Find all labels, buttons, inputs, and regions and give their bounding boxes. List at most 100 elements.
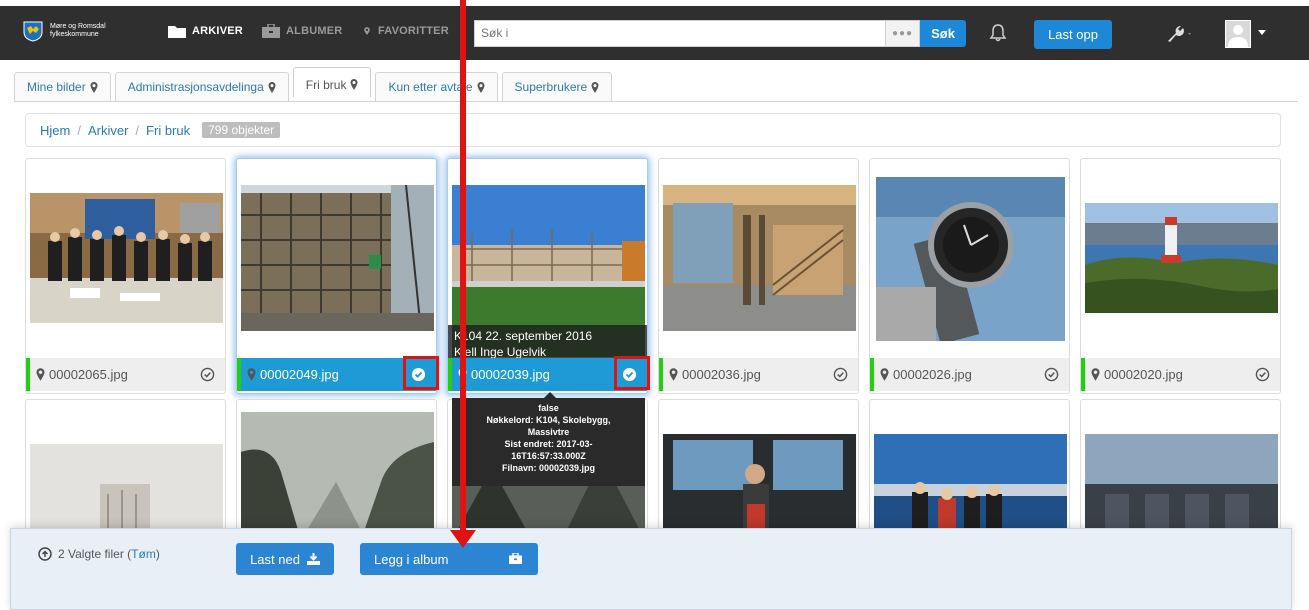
tab-administrasjonsavdelinga[interactable]: Administrasjonsavdelinga (114, 72, 289, 101)
caption-title: K104 22. september 2016 (454, 329, 593, 343)
check-circle-icon[interactable] (1255, 367, 1270, 382)
highlight-box (403, 356, 439, 390)
image-card[interactable] (25, 399, 226, 540)
brand[interactable]: Møre og Romsdal fylkeskommune (22, 20, 120, 42)
breadcrumb: Hjem / Arkiver / Fri bruk 799 objekter (25, 113, 1281, 147)
selected-count-close: ) (155, 547, 160, 561)
map-pin-icon (669, 368, 678, 381)
avatar-silhouette (1228, 25, 1248, 47)
search-button[interactable]: Søk (920, 20, 966, 47)
file-name[interactable]: 00002020.jpg (1104, 367, 1183, 382)
image-card[interactable]: 00002020.jpg (1080, 158, 1281, 394)
image-card[interactable]: 00002065.jpg (25, 158, 226, 394)
file-name[interactable]: 00002026.jpg (893, 367, 972, 382)
object-count-badge: 799 objekter (202, 122, 281, 138)
bell-icon[interactable] (988, 23, 1008, 43)
tooltip-line: Nøkkelord: K104, Skolebygg, (486, 415, 611, 425)
file-name[interactable]: 00002036.jpg (682, 367, 761, 382)
check-circle-icon[interactable] (200, 367, 215, 382)
file-name[interactable]: 00002039.jpg (471, 367, 550, 382)
download-button[interactable]: Last ned (236, 543, 334, 575)
breadcrumb-separator: / (135, 122, 140, 138)
tab-label: Administrasjonsavdelinga (127, 80, 264, 94)
image-card[interactable] (869, 399, 1070, 540)
image-card[interactable]: 00002036.jpg (658, 158, 859, 394)
add-to-album-button[interactable]: Legg i album (360, 543, 538, 575)
map-pin-icon (350, 79, 358, 90)
nav-archives[interactable]: ARKIVER (168, 24, 243, 38)
map-pin-icon (268, 81, 276, 93)
map-pin-icon (247, 368, 256, 381)
add-to-album-label: Legg i album (374, 551, 449, 567)
selected-count-text: 2 Valgte filer ( (58, 547, 132, 561)
annotation-arrow-line (460, 0, 466, 532)
tab-mine-bilder[interactable]: Mine bilder (14, 72, 111, 101)
tooltip-line: 16T16:57:33.000Z (511, 451, 586, 461)
map-pin-icon (476, 81, 485, 93)
card-footer[interactable]: 00002020.jpg (1081, 358, 1280, 391)
image-thumbnail[interactable] (663, 434, 856, 540)
tooltip-line: Sist endret: 2017-03- (504, 439, 593, 449)
check-circle-icon[interactable] (833, 367, 848, 382)
tooltip-line: Massivtre (527, 427, 570, 437)
selection-action-bar (10, 528, 1292, 610)
card-footer[interactable]: 00002065.jpg (26, 358, 225, 391)
image-thumbnail[interactable] (1085, 434, 1278, 540)
nav-archives-label: ARKIVER (192, 25, 243, 37)
image-thumbnail[interactable] (874, 434, 1067, 540)
image-card[interactable] (1080, 399, 1281, 540)
image-thumbnail[interactable] (241, 412, 434, 540)
coat-of-arms-icon (23, 21, 43, 42)
image-thumbnail[interactable] (1085, 203, 1278, 313)
tab-superbrukere[interactable]: Superbrukere (501, 72, 613, 101)
search-box[interactable] (474, 20, 886, 47)
map-pin-icon (36, 368, 45, 381)
breadcrumb-home[interactable]: Hjem (40, 123, 70, 138)
image-thumbnail[interactable] (663, 185, 856, 331)
folder-icon (168, 26, 186, 38)
tab-label: Mine bilder (27, 80, 86, 94)
download-label: Last ned (250, 551, 300, 567)
nav-albums[interactable]: ALBUMER (262, 24, 342, 38)
search-options-button[interactable]: ●●● (886, 20, 920, 47)
image-thumbnail[interactable] (876, 177, 1065, 341)
user-menu-caret-icon[interactable] (1258, 30, 1266, 35)
clear-selection-link[interactable]: Tøm (131, 547, 156, 561)
selected-files-info: 2 Valgte filer (Tøm) (38, 547, 160, 561)
file-name[interactable]: 00002049.jpg (260, 367, 339, 382)
tab-kun-etter-avtale[interactable]: Kun etter avtale (375, 72, 498, 101)
map-pin-icon (591, 81, 599, 93)
highlight-box (614, 356, 650, 390)
tooltip-line: false (538, 403, 559, 413)
nav-favorites[interactable]: FAVORITTER (362, 24, 449, 38)
image-thumbnail[interactable] (30, 444, 223, 540)
check-circle-icon[interactable] (1044, 367, 1059, 382)
image-card[interactable]: 00002026.jpg (869, 158, 1070, 394)
wrench-icon[interactable] (1165, 23, 1195, 43)
tab-fri-bruk[interactable]: Fri bruk (292, 67, 372, 97)
breadcrumb-separator: / (77, 122, 81, 138)
image-thumbnail[interactable] (30, 193, 223, 323)
brand-name: Møre og Romsdal fylkeskommune (50, 23, 106, 38)
download-icon (306, 553, 320, 565)
user-avatar-icon[interactable] (1225, 20, 1251, 48)
briefcase-icon (509, 553, 522, 564)
archive-tabs: Mine bilder Administrasjonsavdelinga Fri… (14, 67, 616, 102)
image-thumbnail[interactable] (241, 185, 434, 331)
image-caption-overlay: K104 22. september 2016 Kjell Inge Ugelv… (448, 325, 647, 359)
breadcrumb-archives[interactable]: Arkiver (88, 123, 128, 138)
briefcase-icon (262, 24, 280, 38)
tooltip-line: Filnavn: 00002039.jpg (501, 463, 596, 473)
tab-label: Fri bruk (305, 77, 347, 92)
file-name[interactable]: 00002065.jpg (49, 367, 128, 382)
breadcrumb-current[interactable]: Fri bruk (146, 123, 190, 138)
card-footer[interactable]: 00002026.jpg (870, 358, 1069, 391)
map-pin-icon (1091, 368, 1100, 381)
annotation-arrow-head (450, 530, 476, 548)
image-card[interactable] (658, 399, 859, 540)
upload-button[interactable]: Last opp (1034, 20, 1112, 49)
map-pin-icon (364, 27, 370, 35)
image-card[interactable] (236, 399, 437, 540)
card-footer[interactable]: 00002036.jpg (659, 358, 858, 391)
search-input[interactable] (481, 26, 861, 40)
